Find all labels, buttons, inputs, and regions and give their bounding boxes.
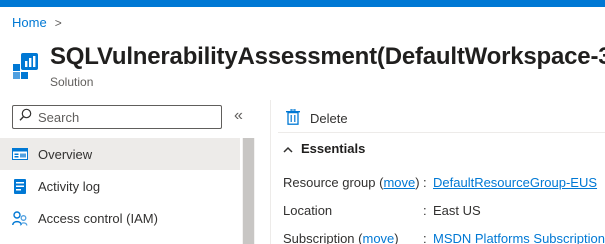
resource-group-move-link[interactable]: move bbox=[383, 175, 415, 190]
sidebar-nav: Overview Activity log Access control (IA… bbox=[0, 138, 258, 244]
location-colon: : bbox=[423, 203, 427, 218]
sidebar-item-label: Activity log bbox=[38, 178, 101, 194]
subscription-move-link[interactable]: move bbox=[362, 231, 394, 244]
command-bar-divider bbox=[278, 132, 605, 133]
delete-button[interactable]: Delete bbox=[278, 108, 356, 128]
subscription-colon: : bbox=[423, 231, 427, 244]
solution-icon bbox=[12, 52, 40, 80]
sidebar-item-label: Access control (IAM) bbox=[38, 210, 158, 226]
breadcrumb-home-link[interactable]: Home bbox=[12, 15, 47, 30]
subscription-label: Subscription (move) bbox=[283, 231, 399, 244]
delete-label: Delete bbox=[310, 110, 348, 126]
resource-group-label: Resource group (move) bbox=[283, 175, 420, 190]
chevron-up-icon bbox=[283, 141, 293, 156]
activity-log-icon bbox=[12, 178, 28, 194]
subscription-value-link[interactable]: MSDN Platforms Subscription bbox=[433, 231, 605, 244]
command-bar: Delete bbox=[278, 104, 356, 132]
essentials-toggle[interactable]: Essentials bbox=[283, 141, 365, 156]
breadcrumb-chevron-icon: > bbox=[54, 15, 62, 30]
search-icon bbox=[19, 108, 32, 126]
resource-group-value-link[interactable]: DefaultResourceGroup-EUS bbox=[433, 175, 597, 190]
double-chevron-left-icon[interactable]: « bbox=[234, 108, 243, 124]
iam-people-icon bbox=[12, 210, 28, 226]
page-title: SQLVulnerabilityAssessment(DefaultWorksp… bbox=[50, 43, 605, 70]
search-box[interactable] bbox=[12, 105, 222, 129]
essentials-label: Essentials bbox=[301, 141, 366, 156]
trash-icon bbox=[286, 108, 310, 128]
resource-group-colon: : bbox=[423, 175, 427, 190]
top-accent-bar bbox=[0, 0, 605, 7]
sidebar-item-activity-log[interactable]: Activity log bbox=[0, 170, 240, 202]
pane-divider bbox=[270, 100, 271, 244]
sidebar-item-access-control[interactable]: Access control (IAM) bbox=[0, 202, 240, 234]
location-label: Location bbox=[283, 203, 333, 218]
location-value: East US bbox=[433, 203, 481, 218]
sidebar-scrollbar-thumb[interactable] bbox=[243, 138, 254, 244]
breadcrumb: Home > bbox=[12, 15, 62, 30]
overview-icon bbox=[12, 146, 28, 162]
search-input[interactable] bbox=[38, 109, 208, 125]
page-header: SQLVulnerabilityAssessment(DefaultWorksp… bbox=[12, 42, 605, 92]
sidebar-item-label: Overview bbox=[38, 146, 93, 162]
sidebar-item-overview[interactable]: Overview bbox=[0, 138, 240, 170]
page-subtitle: Solution bbox=[50, 75, 94, 89]
